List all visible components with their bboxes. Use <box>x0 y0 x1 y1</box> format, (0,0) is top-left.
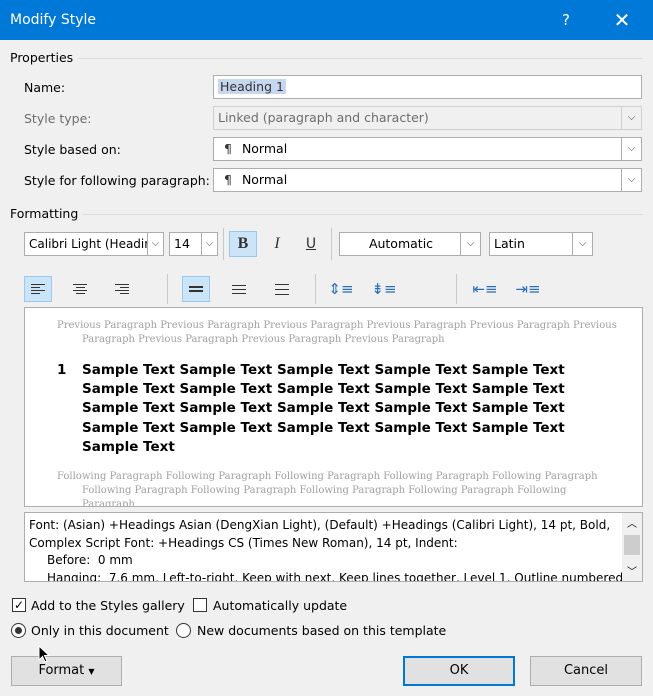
align-center-icon <box>73 282 87 296</box>
style-type-label: Style type: <box>24 111 92 126</box>
decrease-indent-icon: ⇤≡ <box>472 280 498 298</box>
script-value: Latin <box>494 236 525 251</box>
chevron-down-icon[interactable]: ⌵ <box>201 233 217 255</box>
align-right-icon <box>115 282 129 296</box>
chevron-down-icon[interactable]: ⌵ <box>147 233 163 255</box>
font-size-combo[interactable]: 14 ⌵ <box>169 232 218 256</box>
close-button[interactable]: ✕ <box>607 6 637 34</box>
toolbar-separator <box>331 228 332 260</box>
double-spacing-button[interactable] <box>268 276 296 302</box>
single-spacing-button[interactable] <box>182 276 210 302</box>
new-docs-radio[interactable] <box>176 623 191 638</box>
decrease-spacing-icon: ⇟≡ <box>371 280 397 298</box>
name-value: Heading 1 <box>218 79 286 94</box>
style-description[interactable]: Font: (Asian) +Headings Asian (DengXian … <box>24 512 643 582</box>
increase-indent-icon: ⇥≡ <box>515 280 541 298</box>
formatting-group-label: Formatting <box>10 206 79 221</box>
following-value: Normal <box>241 172 288 187</box>
name-label: Name: <box>24 80 66 95</box>
based-on-combo[interactable]: ¶ Normal ⌵ <box>213 137 642 161</box>
properties-group-label: Properties <box>10 50 74 65</box>
based-on-value: Normal <box>241 141 288 156</box>
auto-update-label: Automatically update <box>213 598 348 613</box>
increase-spacing-button[interactable]: ⇕≡ <box>327 276 355 302</box>
description-scrollbar[interactable]: ︿ ﹀ <box>622 513 642 581</box>
sample-line: Sample Text Sample Text Sample Text Samp… <box>82 400 565 417</box>
sample-line: Sample Text <box>82 438 175 455</box>
properties-divider <box>78 58 643 59</box>
previous-paragraph: Previous Paragraph Previous Paragraph Pr… <box>57 320 617 345</box>
based-on-label: Style based on: <box>24 142 121 157</box>
font-combo[interactable]: Calibri Light (Headin ⌵ <box>24 232 164 256</box>
increase-spacing-icon: ⇕≡ <box>328 280 354 298</box>
toolbar-separator <box>456 274 457 304</box>
font-value: Calibri Light (Headin <box>29 237 152 251</box>
name-field[interactable]: Heading 1 <box>213 75 642 99</box>
font-size-value: 14 <box>174 236 190 251</box>
sample-text: Sample Text Sample Text Sample Text Samp… <box>82 361 622 457</box>
title-bar: Modify Style ? ✕ <box>0 0 653 40</box>
italic-button[interactable]: I <box>263 231 291 257</box>
ok-button[interactable]: OK <box>403 656 515 686</box>
pilcrow-icon: ¶ <box>224 141 232 156</box>
font-color-combo[interactable]: Automatic ⌵ <box>339 232 481 256</box>
description-text: Font: (Asian) +Headings Asian (DengXian … <box>29 517 637 582</box>
description-line: Hanging: 7.6 mm, Left-to-right, Keep wit… <box>47 570 637 582</box>
script-combo[interactable]: Latin ⌵ <box>489 232 593 256</box>
format-label: Format <box>38 663 85 678</box>
following-paragraph: Following Paragraph Following Paragraph … <box>57 471 598 507</box>
only-doc-label: Only in this document <box>31 623 169 638</box>
toolbar-separator <box>167 274 168 304</box>
scroll-thumb[interactable] <box>624 535 640 555</box>
style-type-combo: Linked (paragraph and character) ⌵ <box>213 106 642 130</box>
following-label: Style for following paragraph: <box>24 173 210 188</box>
font-color-value: Automatic <box>368 236 434 251</box>
only-doc-radio[interactable] <box>11 623 26 638</box>
sample-line: Sample Text Sample Text Sample Text Samp… <box>82 419 565 436</box>
one-half-spacing-icon <box>232 283 246 296</box>
formatting-divider <box>82 214 643 215</box>
sample-line: Sample Text Sample Text Sample Text Samp… <box>82 362 565 378</box>
auto-update-checkbox[interactable] <box>193 598 207 612</box>
style-preview: Previous Paragraph Previous Paragraph Pr… <box>24 307 643 507</box>
description-line: Before: 0 mm <box>47 553 133 567</box>
single-spacing-icon <box>189 284 203 294</box>
sample-line: Sample Text Sample Text Sample Text Samp… <box>82 381 565 398</box>
align-right-button[interactable] <box>108 276 136 302</box>
align-left-icon <box>31 282 45 296</box>
decrease-indent-button[interactable]: ⇤≡ <box>471 276 499 302</box>
align-center-button[interactable] <box>66 276 94 302</box>
help-button[interactable]: ? <box>552 8 580 32</box>
chevron-down-icon: ⌵ <box>621 107 641 129</box>
one-half-spacing-button[interactable] <box>225 276 253 302</box>
dropdown-arrow-icon: ▼ <box>88 667 95 676</box>
style-type-value: Linked (paragraph and character) <box>218 110 429 125</box>
heading-number: 1 <box>57 362 67 378</box>
format-button[interactable]: Format ▼ <box>11 656 122 686</box>
double-spacing-icon <box>275 282 289 297</box>
chevron-down-icon[interactable]: ⌵ <box>621 138 641 160</box>
add-gallery-checkbox[interactable]: ✓ <box>12 598 26 612</box>
cancel-button[interactable]: Cancel <box>530 656 642 686</box>
decrease-spacing-button[interactable]: ⇟≡ <box>370 276 398 302</box>
following-combo[interactable]: ¶ Normal ⌵ <box>213 168 642 192</box>
toolbar-separator <box>315 274 316 304</box>
bold-button[interactable]: B <box>229 231 257 257</box>
mouse-cursor-icon <box>38 644 52 663</box>
window-title: Modify Style <box>10 12 97 28</box>
chevron-down-icon[interactable]: ⌵ <box>621 169 641 191</box>
description-line: Complex Script Font: +Headings CS (Times… <box>29 535 458 550</box>
chevron-down-icon[interactable]: ⌵ <box>460 233 480 255</box>
add-gallery-label: Add to the Styles gallery <box>31 598 185 613</box>
underline-button[interactable]: U <box>297 231 325 257</box>
pilcrow-icon: ¶ <box>224 172 232 187</box>
scroll-up-icon[interactable]: ︿ <box>627 515 637 530</box>
increase-indent-button[interactable]: ⇥≡ <box>514 276 542 302</box>
align-left-button[interactable] <box>24 276 52 302</box>
description-line: Font: (Asian) +Headings Asian (DengXian … <box>29 518 611 532</box>
scroll-down-icon[interactable]: ﹀ <box>627 563 637 578</box>
toolbar-separator <box>223 228 224 260</box>
chevron-down-icon[interactable]: ⌵ <box>572 233 592 255</box>
new-docs-label: New documents based on this template <box>197 623 447 638</box>
